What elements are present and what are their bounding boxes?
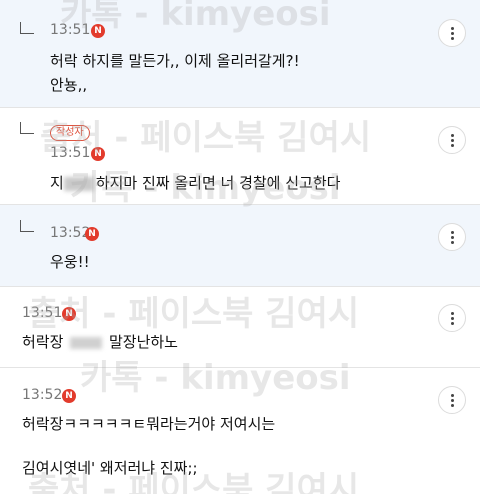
comment-text: 허락 하지를 말든가,, 이제 올리러갈게?! [50,52,300,70]
reply-arrow-icon [20,220,34,232]
reply-arrow-icon [20,122,34,134]
new-badge-icon: N [62,389,76,403]
comment-time: 13:51 [50,145,91,161]
more-options-button[interactable] [438,386,466,414]
author-badge: 작성자 [50,125,90,141]
more-options-button[interactable] [438,19,466,47]
comment-3: 13:52 N 우웅!! [0,205,480,287]
more-options-button[interactable] [438,304,466,332]
blurred-text [70,336,103,349]
comment-time: 13:51 [50,22,91,38]
more-vertical-icon [451,134,454,137]
comment-text: 김여시엿네' 왜저러냐 진짜;; [22,459,198,477]
new-badge-icon: N [91,24,105,38]
comment-text: 우웅!! [50,253,90,271]
comment-5: 13:52 N 허락장ㅋㅋㅋㅋㅋㅌ뭐라는거야 저여시는 김여시엿네' 왜저러냐 … [0,368,480,494]
new-badge-icon: N [91,147,105,161]
comment-1: 13:51 N 허락 하지를 말든가,, 이제 올리러갈게?! 안뇽,, [0,0,480,108]
more-vertical-icon [451,394,454,397]
more-options-button[interactable] [438,223,466,251]
new-badge-icon: N [85,227,99,241]
more-vertical-icon [451,312,454,315]
more-options-button[interactable] [438,126,466,154]
more-vertical-icon [451,231,454,234]
comment-time: 13:51 [22,305,63,321]
blurred-text [63,176,94,191]
reply-arrow-icon [20,22,34,34]
comment-4: 13:51 N 허락장 말장난하노 [0,287,480,368]
comment-text: 지 하지마 진짜 올리면 너 경찰에 신고한다 [50,174,341,192]
new-badge-icon: N [62,307,76,321]
comment-text: 허락장ㅋㅋㅋㅋㅋㅌ뭐라는거야 저여시는 [22,415,276,433]
comment-2: 작성자 13:51 N 지 하지마 진짜 올리면 너 경찰에 신고한다 [0,108,480,205]
more-vertical-icon [451,27,454,30]
comment-time: 13:52 [22,387,63,403]
comment-text: 안뇽,, [50,76,88,94]
comment-text: 허락장 말장난하노 [22,333,178,351]
